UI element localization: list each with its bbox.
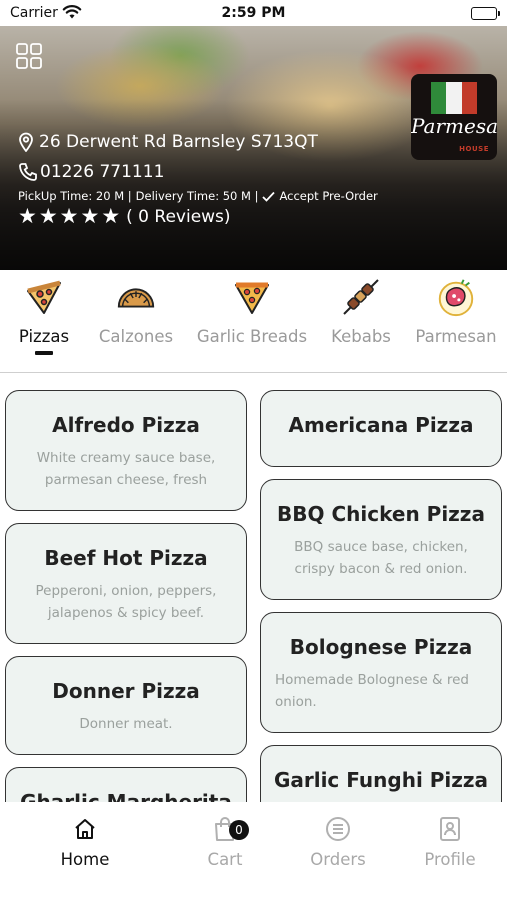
restaurant-logo: Parmesan HOUSE bbox=[411, 74, 497, 160]
tab-label: Cart bbox=[207, 850, 243, 869]
product-card-beef-hot[interactable]: Beef Hot Pizza Pepperoni, onion, peppers… bbox=[5, 523, 247, 644]
product-description: BBQ sauce base, chicken, crispy bacon & … bbox=[294, 539, 468, 577]
phone-row[interactable]: 01226 771111 bbox=[18, 162, 164, 182]
product-card-bbq-chicken[interactable]: BBQ Chicken Pizza BBQ sauce base, chicke… bbox=[260, 479, 502, 600]
phone-number: 01226 771111 bbox=[40, 162, 165, 182]
parmesan-meat-icon bbox=[435, 276, 477, 318]
category-tab-pizzas[interactable]: Pizzas bbox=[10, 276, 78, 355]
tab-orders[interactable]: Orders bbox=[283, 814, 393, 869]
star-icon: ★ bbox=[80, 204, 100, 228]
rating-stars: ★ ★ ★ ★ ★ bbox=[18, 206, 120, 227]
product-card-donner[interactable]: Donner Pizza Donner meat. bbox=[5, 656, 247, 755]
star-icon: ★ bbox=[101, 204, 121, 228]
product-description: Donner meat. bbox=[79, 716, 173, 732]
logo-title: Parmesan bbox=[411, 114, 497, 138]
category-tab-parmesan[interactable]: Parmesan bbox=[414, 276, 498, 346]
product-name: Beef Hot Pizza bbox=[44, 546, 208, 570]
battery-icon bbox=[471, 7, 500, 20]
status-bar: Carrier 2:59 PM bbox=[0, 0, 507, 26]
product-card-garlic-funghi[interactable]: Garlic Funghi Pizza bbox=[260, 745, 502, 802]
calzone-icon bbox=[115, 276, 157, 318]
product-description: White creamy sauce base, parmesan cheese… bbox=[36, 450, 216, 488]
product-name: Donner Pizza bbox=[52, 679, 200, 703]
category-label: Pizzas bbox=[18, 327, 70, 346]
service-times: PickUp Time: 20 M | Delivery Time: 50 M … bbox=[18, 189, 378, 203]
product-description: Homemade Bolognese & red onion. bbox=[275, 672, 469, 710]
product-name: Bolognese Pizza bbox=[289, 635, 473, 659]
kebab-skewer-icon bbox=[340, 276, 382, 318]
category-label: Kebabs bbox=[331, 327, 391, 346]
pre-order-label: Accept Pre-Order bbox=[279, 189, 378, 203]
location-pin-icon bbox=[19, 132, 33, 152]
star-icon: ★ bbox=[59, 204, 79, 228]
product-grid: Alfredo Pizza White creamy sauce base, p… bbox=[0, 374, 507, 802]
active-tab-indicator bbox=[35, 351, 53, 355]
product-name: Americana Pizza bbox=[288, 413, 474, 437]
category-label: Garlic Breads bbox=[196, 327, 308, 346]
grid-menu-icon[interactable] bbox=[16, 43, 42, 69]
product-name: Garlic Funghi Pizza bbox=[273, 768, 489, 792]
category-tab-calzones[interactable]: Calzones bbox=[96, 276, 176, 346]
tab-profile[interactable]: Profile bbox=[395, 814, 505, 869]
category-label: Calzones bbox=[98, 327, 174, 346]
product-name: Alfredo Pizza bbox=[52, 413, 200, 437]
product-name: BBQ Chicken Pizza bbox=[277, 502, 485, 526]
tab-label: Profile bbox=[424, 850, 476, 869]
home-icon bbox=[30, 814, 140, 844]
category-tab-kebabs[interactable]: Kebabs bbox=[326, 276, 396, 346]
tab-cart[interactable]: 0 Cart bbox=[170, 814, 280, 869]
tab-home[interactable]: Home bbox=[30, 814, 140, 869]
reviews-count: ( 0 Reviews) bbox=[126, 206, 231, 227]
product-card-gharlic-margherita[interactable]: Gharlic Margherita bbox=[5, 767, 247, 802]
clock: 2:59 PM bbox=[221, 5, 286, 21]
address-row[interactable]: 26 Derwent Rd Barnsley S713QT bbox=[18, 132, 318, 152]
category-tabs: Pizzas Calzones Garlic Breads Kebabs Par… bbox=[0, 270, 507, 373]
cart-count-badge: 0 bbox=[229, 820, 249, 840]
bottom-tab-bar: Home 0 Cart Orders Profile bbox=[0, 802, 507, 900]
pickup-time: PickUp Time: 20 M | bbox=[18, 189, 132, 203]
garlic-bread-pizza-icon bbox=[231, 276, 273, 318]
product-card-bolognese[interactable]: Bolognese Pizza Homemade Bolognese & red… bbox=[260, 612, 502, 733]
category-tab-garlic-breads[interactable]: Garlic Breads bbox=[196, 276, 308, 346]
product-card-americana[interactable]: Americana Pizza bbox=[260, 390, 502, 467]
cart-bag-icon: 0 bbox=[170, 814, 280, 844]
profile-badge-icon bbox=[395, 814, 505, 844]
tab-label: Orders bbox=[310, 850, 366, 869]
product-card-alfredo[interactable]: Alfredo Pizza White creamy sauce base, p… bbox=[5, 390, 247, 511]
rating-row[interactable]: ★ ★ ★ ★ ★ ( 0 Reviews) bbox=[18, 206, 231, 227]
address-text: 26 Derwent Rd Barnsley S713QT bbox=[39, 132, 318, 152]
restaurant-header: Parmesan HOUSE 26 Derwent Rd Barnsley S7… bbox=[0, 26, 507, 270]
product-name: Gharlic Margherita bbox=[20, 790, 232, 802]
delivery-time: Delivery Time: 50 M | bbox=[135, 189, 259, 203]
pizza-slice-icon bbox=[23, 276, 65, 318]
logo-subtitle: HOUSE bbox=[459, 145, 489, 153]
tab-label: Home bbox=[60, 850, 110, 869]
product-description: Pepperoni, onion, peppers, jalapenos & s… bbox=[35, 583, 217, 621]
orders-list-icon bbox=[283, 814, 393, 844]
category-label: Parmesan bbox=[415, 327, 497, 346]
italian-flag-icon bbox=[431, 82, 477, 114]
phone-icon bbox=[19, 163, 37, 181]
check-icon bbox=[262, 191, 276, 202]
star-icon: ★ bbox=[18, 204, 37, 228]
star-icon: ★ bbox=[38, 204, 58, 228]
